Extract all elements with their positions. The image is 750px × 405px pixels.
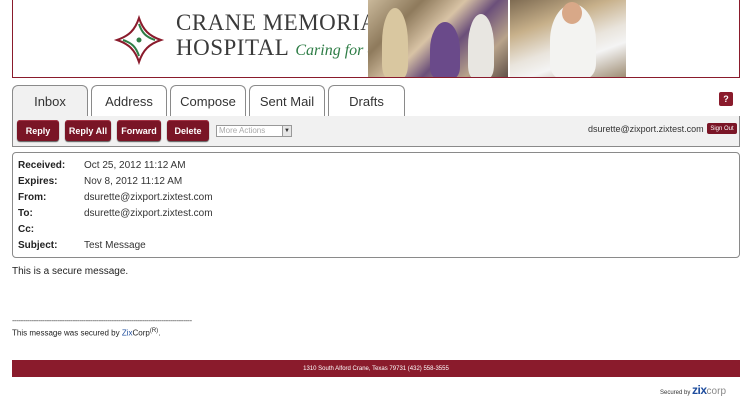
secured-by-zixcorp: Secured by zixcorp bbox=[660, 383, 726, 397]
security-note: This message was secured by ZixCorp(R). bbox=[12, 328, 160, 338]
message-toolbar: Reply Reply All Forward Delete More Acti… bbox=[12, 116, 740, 147]
secured-by-label: Secured by bbox=[660, 390, 691, 396]
zix-logo: zix bbox=[692, 383, 707, 397]
corp-logo: corp bbox=[706, 386, 726, 397]
to-label: To: bbox=[18, 208, 33, 219]
user-email: dsurette@zixport.zixtest.com bbox=[588, 124, 704, 134]
to-value: dsurette@zixport.zixtest.com bbox=[84, 208, 213, 219]
registered-mark: (R) bbox=[149, 328, 159, 334]
banner-staff-photo bbox=[368, 0, 508, 77]
expires-label: Expires: bbox=[18, 176, 58, 187]
expires-value: Nov 8, 2012 11:12 AM bbox=[84, 176, 183, 187]
cc-label: Cc: bbox=[18, 224, 35, 235]
sign-out-button[interactable]: Sign Out bbox=[707, 123, 737, 134]
forward-button[interactable]: Forward bbox=[117, 120, 161, 141]
security-note-suffix: . bbox=[158, 328, 161, 338]
more-actions-label: More Actions bbox=[219, 126, 266, 135]
tab-inbox[interactable]: Inbox bbox=[12, 85, 88, 117]
from-label: From: bbox=[18, 192, 47, 203]
chevron-down-icon[interactable]: ▼ bbox=[282, 126, 291, 136]
reply-button[interactable]: Reply bbox=[17, 120, 59, 141]
message-body: This is a secure message. bbox=[12, 266, 129, 277]
hospital-name-line1: Crane Memorial bbox=[176, 10, 392, 35]
reply-all-button[interactable]: Reply All bbox=[65, 120, 111, 141]
banner-doctor-photo bbox=[510, 0, 626, 77]
zixcorp-link-zix[interactable]: Zix bbox=[122, 329, 133, 338]
subject-label: Subject: bbox=[18, 240, 58, 251]
signature-separator: ----------------------------------------… bbox=[12, 316, 192, 325]
zixcorp-link-corp[interactable]: Corp bbox=[133, 329, 150, 338]
hospital-name-hospital: Hospital bbox=[176, 35, 290, 60]
footer-address: 1310 South Alford Crane, Texas 79731 (43… bbox=[303, 365, 449, 372]
hospital-banner: Crane Memorial Hospital Caring for others bbox=[12, 0, 740, 78]
help-button[interactable]: ? bbox=[719, 92, 733, 106]
tab-sent-mail[interactable]: Sent Mail bbox=[249, 85, 325, 116]
delete-button[interactable]: Delete bbox=[167, 120, 209, 141]
received-value: Oct 25, 2012 11:12 AM bbox=[84, 160, 186, 171]
tab-address[interactable]: Address bbox=[91, 85, 167, 116]
hospital-logo-icon bbox=[113, 14, 165, 66]
more-actions-select[interactable]: More Actions ▼ bbox=[216, 125, 292, 137]
tab-compose[interactable]: Compose bbox=[170, 85, 246, 116]
security-note-prefix: This message was secured by bbox=[12, 328, 122, 338]
subject-value: Test Message bbox=[84, 240, 146, 251]
tab-drafts[interactable]: Drafts bbox=[328, 85, 405, 116]
from-value: dsurette@zixport.zixtest.com bbox=[84, 192, 213, 203]
message-headers: Received: Oct 25, 2012 11:12 AM Expires:… bbox=[12, 152, 740, 258]
footer-address-bar: 1310 South Alford Crane, Texas 79731 (43… bbox=[12, 360, 740, 377]
received-label: Received: bbox=[18, 160, 66, 171]
